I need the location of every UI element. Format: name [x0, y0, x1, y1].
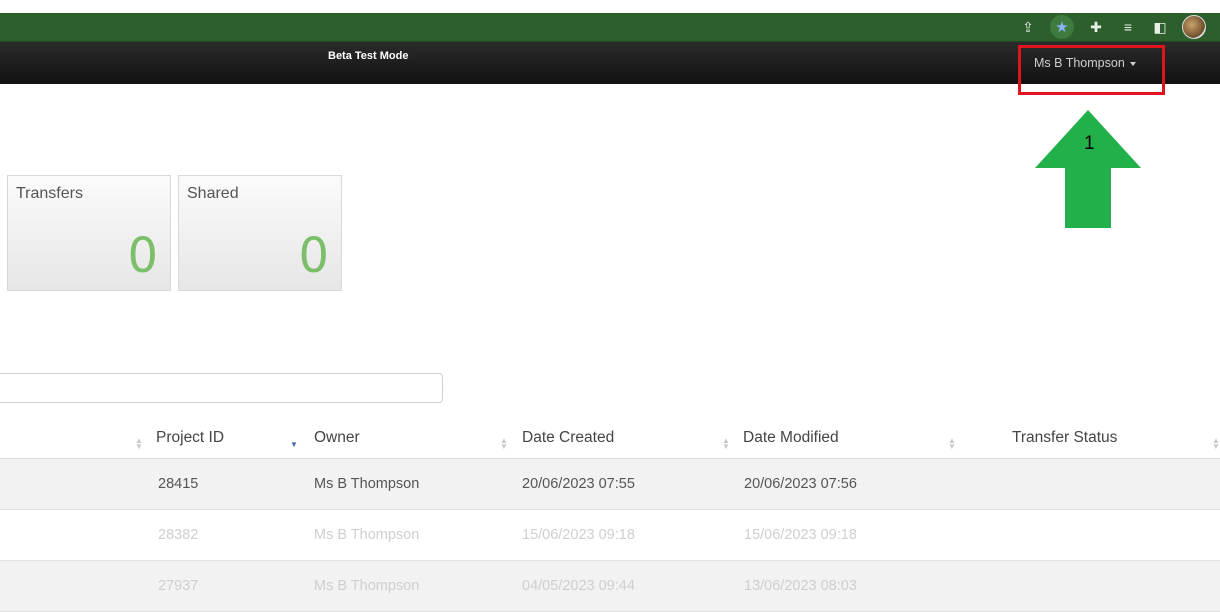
table-row[interactable]: 28382 Ms B Thompson 15/06/2023 09:18 15/…	[0, 510, 1220, 561]
profile-avatar-icon[interactable]	[1182, 15, 1206, 39]
sort-icon[interactable]: ▲ ▼	[948, 437, 956, 451]
bookmark-star-icon[interactable]: ★	[1050, 15, 1074, 39]
annotation-step-number: 1	[1084, 133, 1095, 154]
cell-date-modified: 20/06/2023 07:56	[744, 476, 857, 492]
column-header-transfer-status[interactable]: Transfer Status	[1012, 429, 1117, 447]
browser-toolbar-icons: ⇪ ★ ✚ ≡ ◧	[1018, 14, 1206, 40]
share-icon[interactable]: ⇪	[1018, 17, 1038, 37]
cell-project-id: 28382	[158, 527, 199, 543]
reading-list-icon[interactable]: ≡	[1118, 17, 1138, 37]
browser-chrome: ⇪ ★ ✚ ≡ ◧	[0, 0, 1220, 42]
column-header-owner[interactable]: Owner	[314, 429, 360, 447]
annotation-highlight-box	[1018, 45, 1165, 95]
cell-project-id: 28415	[158, 476, 199, 492]
cell-date-created: 20/06/2023 07:55	[522, 476, 635, 492]
annotation-up-arrow-icon	[1035, 110, 1141, 228]
projects-table: ▲ ▼ Project ID ▼ Owner ▲ ▼ Date Created ▲ ▼…	[0, 415, 1220, 612]
sort-desc-icon[interactable]: ▼	[290, 441, 298, 449]
cell-owner: Ms B Thompson	[314, 578, 420, 594]
side-panel-icon[interactable]: ◧	[1150, 17, 1170, 37]
column-header-date-modified[interactable]: Date Modified	[743, 429, 839, 447]
table-header: ▲ ▼ Project ID ▼ Owner ▲ ▼ Date Created ▲ ▼…	[0, 415, 1220, 459]
table-row[interactable]: 27937 Ms B Thompson 04/05/2023 09:44 13/…	[0, 561, 1220, 612]
cell-date-created: 04/05/2023 09:44	[522, 578, 635, 594]
cell-date-created: 15/06/2023 09:18	[522, 527, 635, 543]
cell-owner: Ms B Thompson	[314, 527, 420, 543]
cell-date-modified: 13/06/2023 08:03	[744, 578, 857, 594]
cell-date-modified: 15/06/2023 09:18	[744, 527, 857, 543]
tile-title: Transfers	[16, 185, 83, 202]
beta-mode-label: Beta Test Mode	[328, 50, 409, 62]
table-row[interactable]: 28415 Ms B Thompson 20/06/2023 07:55 20/…	[0, 459, 1220, 510]
transfers-tile[interactable]: Transfers 0	[7, 175, 171, 291]
tile-count: 0	[127, 228, 158, 284]
tile-count: 0	[298, 228, 329, 284]
cell-project-id: 27937	[158, 578, 199, 594]
extensions-puzzle-icon[interactable]: ✚	[1086, 17, 1106, 37]
tile-title: Shared	[187, 185, 239, 202]
cell-owner: Ms B Thompson	[314, 476, 420, 492]
sort-icon[interactable]: ▲ ▼	[722, 437, 730, 451]
shared-tile[interactable]: Shared 0	[178, 175, 342, 291]
column-header-date-created[interactable]: Date Created	[522, 429, 614, 447]
sort-icon[interactable]: ▲ ▼	[135, 437, 143, 451]
column-header-project-id[interactable]: Project ID	[156, 429, 224, 447]
search-input[interactable]	[0, 373, 443, 403]
sort-icon[interactable]: ▲ ▼	[500, 437, 508, 451]
sort-icon[interactable]: ▲ ▼	[1212, 437, 1220, 451]
